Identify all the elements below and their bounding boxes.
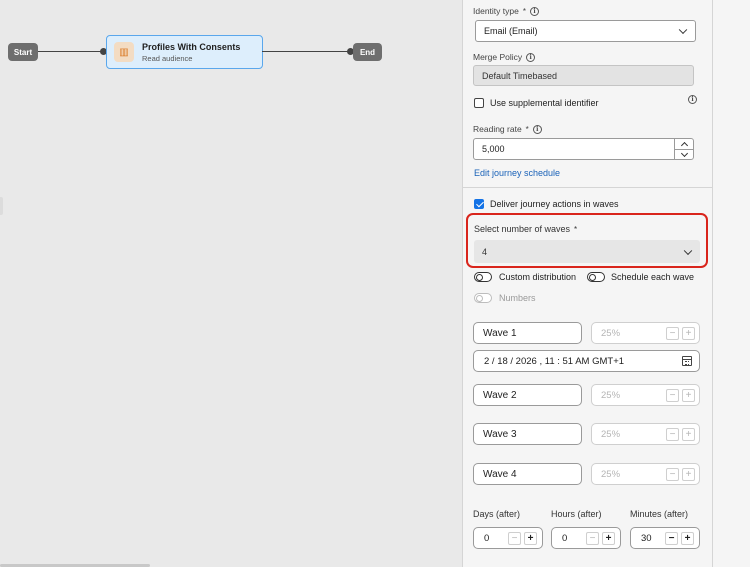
info-icon[interactable]: i: [688, 95, 697, 104]
wave-4-name-input[interactable]: Wave 4: [473, 463, 582, 485]
wave-1-name-input[interactable]: Wave 1: [473, 322, 582, 344]
increment-button[interactable]: +: [681, 532, 694, 545]
wave-1-datetime-input[interactable]: 2 / 18 / 2026 , 11 : 51 AM GMT+1: [473, 350, 700, 372]
reading-rate-input[interactable]: 5,000: [473, 138, 694, 160]
edit-journey-schedule-link[interactable]: Edit journey schedule: [474, 168, 560, 178]
merge-policy-label: Merge Policy i: [473, 52, 536, 62]
days-after-label: Days (after): [473, 509, 521, 519]
increment-button[interactable]: +: [602, 532, 615, 545]
increment-button: +: [682, 327, 695, 340]
supplemental-identifier-checkbox[interactable]: [474, 98, 484, 108]
audience-node-subtitle: Read audience: [142, 53, 193, 63]
section-divider: [462, 187, 712, 188]
edge-audience-to-end: [262, 51, 348, 52]
required-mark: *: [522, 6, 526, 16]
info-icon[interactable]: i: [532, 124, 542, 134]
journey-canvas[interactable]: Start ▥ Profiles With Consents Read audi…: [0, 0, 462, 567]
deliver-in-waves-checkbox[interactable]: [474, 199, 484, 209]
read-audience-node[interactable]: ▥ Profiles With Consents Read audience: [106, 35, 263, 69]
chevron-down-icon: [683, 246, 693, 255]
waves-count-select[interactable]: 4: [474, 240, 700, 263]
chevron-down-icon: [678, 25, 688, 35]
reading-rate-label: Reading rate * i: [473, 124, 542, 134]
required-mark: *: [525, 124, 529, 134]
reading-rate-stepper[interactable]: [674, 139, 693, 159]
numbers-toggle: [474, 293, 492, 303]
numbers-label: Numbers: [499, 293, 536, 303]
wave-1-percent-input: 25% − +: [591, 322, 700, 344]
decrement-button: −: [666, 468, 679, 481]
decrement-button[interactable]: −: [665, 532, 678, 545]
identity-type-label: Identity type * i: [473, 6, 539, 16]
supplemental-identifier-label: Use supplemental identifier: [490, 98, 599, 108]
deliver-in-waves-label: Deliver journey actions in waves: [490, 199, 619, 209]
increment-button: +: [682, 468, 695, 481]
start-node[interactable]: Start: [8, 43, 38, 61]
edge-start-to-audience: [38, 51, 102, 52]
chevron-up-icon[interactable]: [675, 139, 693, 149]
days-after-input[interactable]: 0 − +: [473, 527, 543, 549]
hours-after-input[interactable]: 0 − +: [551, 527, 621, 549]
info-icon[interactable]: i: [529, 6, 539, 16]
wave-3-name-input[interactable]: Wave 3: [473, 423, 582, 445]
wave-3-percent-input: 25% − +: [591, 423, 700, 445]
decrement-button: −: [666, 428, 679, 441]
decrement-button: −: [508, 532, 521, 545]
increment-button[interactable]: +: [524, 532, 537, 545]
increment-button: +: [682, 428, 695, 441]
canvas-collapse-handle[interactable]: [0, 197, 3, 215]
minutes-after-input[interactable]: 30 − +: [630, 527, 700, 549]
custom-distribution-toggle[interactable]: [474, 272, 492, 282]
required-mark: *: [574, 224, 578, 234]
decrement-button: −: [666, 327, 679, 340]
calendar-icon[interactable]: [682, 356, 692, 366]
merge-policy-field: Default Timebased: [473, 65, 694, 86]
waves-count-label: Select number of waves *: [474, 224, 578, 234]
increment-button: +: [682, 389, 695, 402]
end-node[interactable]: End: [353, 43, 382, 61]
decrement-button: −: [666, 389, 679, 402]
panel-right-rail: [712, 0, 750, 567]
hours-after-label: Hours (after): [551, 509, 602, 519]
schedule-each-wave-label: Schedule each wave: [611, 272, 695, 282]
custom-distribution-label: Custom distribution: [499, 272, 577, 282]
info-icon[interactable]: i: [526, 52, 536, 62]
wave-2-percent-input: 25% − +: [591, 384, 700, 406]
identity-type-select[interactable]: Email (Email): [475, 20, 696, 42]
audience-icon: ▥: [114, 42, 134, 62]
schedule-each-wave-toggle[interactable]: [587, 272, 605, 282]
chevron-down-icon[interactable]: [675, 149, 693, 159]
decrement-button: −: [586, 532, 599, 545]
wave-4-percent-input: 25% − +: [591, 463, 700, 485]
wave-2-name-input[interactable]: Wave 2: [473, 384, 582, 406]
minutes-after-label: Minutes (after): [630, 509, 689, 519]
audience-node-title: Profiles With Consents: [142, 41, 241, 52]
